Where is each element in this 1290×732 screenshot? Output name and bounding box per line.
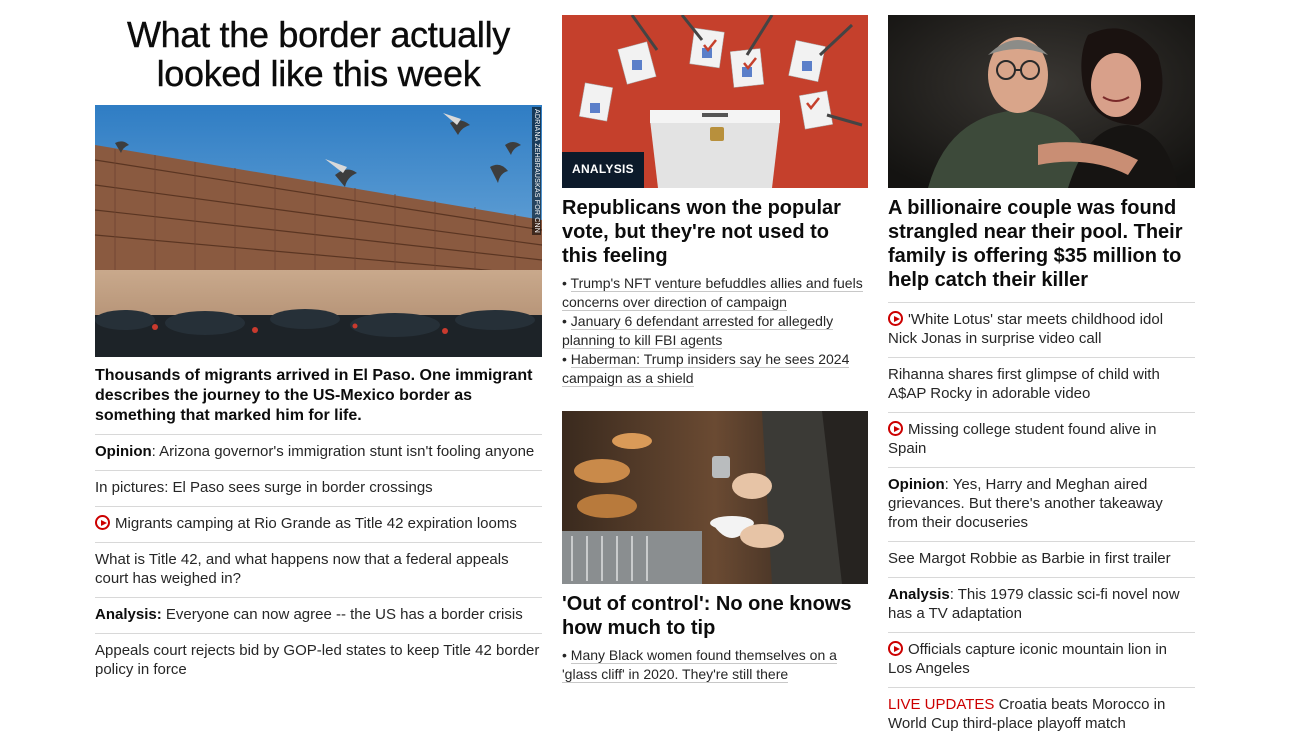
left-column: What the border actually looked like thi… — [95, 0, 542, 688]
item-text: 'White Lotus' star meets childhood idol … — [888, 311, 1164, 347]
list-item[interactable]: See Margot Robbie as Barbie in first tra… — [888, 541, 1195, 577]
left-link-list: Opinion: Arizona governor's immigration … — [95, 434, 542, 688]
related-link[interactable]: • Haberman: Trump insiders say he sees 2… — [562, 350, 868, 388]
item-text: : Arizona governor's immigration stunt i… — [151, 443, 535, 460]
bullet: • — [562, 275, 567, 291]
related-link-text: Trump's NFT venture befuddles allies and… — [562, 275, 863, 311]
bullet: • — [562, 647, 567, 663]
item-text: Everyone can now agree -- the US has a b… — [161, 606, 523, 623]
list-item[interactable]: In pictures: El Paso sees surge in borde… — [95, 470, 542, 506]
related-link-text: Haberman: Trump insiders say he sees 202… — [562, 351, 850, 387]
tipping-headline[interactable]: 'Out of control': No one knows how much … — [562, 592, 868, 640]
related-link-text: Many Black women found themselves on a '… — [562, 647, 837, 683]
related-link-text: January 6 defendant arrested for alleged… — [562, 313, 834, 349]
list-item[interactable]: Missing college student found alive in S… — [888, 412, 1195, 467]
border-photo-image — [95, 105, 542, 357]
item-text: Missing college student found alive in S… — [888, 421, 1157, 457]
middle-column: ANALYSIS Republicans won the popular vot… — [562, 0, 868, 684]
item-text: See Margot Robbie as Barbie in first tra… — [888, 550, 1171, 567]
list-item[interactable]: Analysis: Everyone can now agree -- the … — [95, 597, 542, 633]
related-link[interactable]: • January 6 defendant arrested for alleg… — [562, 312, 868, 350]
item-text: In pictures: El Paso sees surge in borde… — [95, 479, 433, 496]
item-text: Officials capture iconic mountain lion i… — [888, 641, 1168, 677]
item-text: Migrants camping at Rio Grande as Title … — [115, 515, 517, 532]
play-icon — [95, 515, 110, 530]
coffee-photo[interactable] — [562, 411, 868, 584]
republicans-related-links: • Trump's NFT venture befuddles allies a… — [562, 274, 868, 388]
right-link-list: 'White Lotus' star meets childhood idol … — [888, 302, 1195, 732]
right-column: A billionaire couple was found strangled… — [888, 0, 1195, 732]
list-item[interactable]: LIVE UPDATES Croatia beats Morocco in Wo… — [888, 687, 1195, 732]
play-icon — [888, 421, 903, 436]
billionaire-headline[interactable]: A billionaire couple was found strangled… — [888, 196, 1195, 292]
coffee-image — [562, 411, 868, 584]
list-item[interactable]: What is Title 42, and what happens now t… — [95, 542, 542, 597]
couple-image — [888, 15, 1195, 188]
item-prefix: Analysis — [888, 586, 950, 603]
bullet: • — [562, 351, 567, 367]
photo-credit: ADRIANA ZEHBRAUSKAS FOR CNN — [532, 107, 541, 236]
list-item[interactable]: Migrants camping at Rio Grande as Title … — [95, 506, 542, 542]
border-photo[interactable]: ADRIANA ZEHBRAUSKAS FOR CNN — [95, 105, 542, 357]
list-item[interactable]: 'White Lotus' star meets childhood idol … — [888, 302, 1195, 357]
item-text: Rihanna shares first glimpse of child wi… — [888, 366, 1160, 402]
list-item[interactable]: Officials capture iconic mountain lion i… — [888, 632, 1195, 687]
bullet: • — [562, 313, 567, 329]
list-item[interactable]: Rihanna shares first glimpse of child wi… — [888, 357, 1195, 412]
tipping-related-links: • Many Black women found themselves on a… — [562, 646, 868, 684]
list-item[interactable]: Opinion: Yes, Harry and Meghan aired gri… — [888, 467, 1195, 541]
analysis-badge: ANALYSIS — [562, 152, 644, 188]
play-icon — [888, 641, 903, 656]
list-item[interactable]: Appeals court rejects bid by GOP-led sta… — [95, 633, 542, 688]
item-text: What is Title 42, and what happens now t… — [95, 551, 509, 587]
item-prefix: Opinion — [888, 476, 945, 493]
item-text: Appeals court rejects bid by GOP-led sta… — [95, 642, 540, 678]
live-updates-label: LIVE UPDATES — [888, 696, 995, 713]
list-item[interactable]: Analysis: This 1979 classic sci-fi novel… — [888, 577, 1195, 632]
border-caption[interactable]: Thousands of migrants arrived in El Paso… — [95, 366, 542, 434]
item-prefix: Opinion — [95, 443, 152, 460]
item-prefix: Analysis: — [95, 606, 162, 623]
couple-photo[interactable] — [888, 15, 1195, 188]
play-icon — [888, 311, 903, 326]
related-link[interactable]: • Many Black women found themselves on a… — [562, 646, 868, 684]
ballot-illustration[interactable]: ANALYSIS — [562, 15, 868, 188]
list-item[interactable]: Opinion: Arizona governor's immigration … — [95, 434, 542, 470]
related-link[interactable]: • Trump's NFT venture befuddles allies a… — [562, 274, 868, 312]
republicans-headline[interactable]: Republicans won the popular vote, but th… — [562, 196, 868, 268]
border-headline[interactable]: What the border actually looked like thi… — [95, 15, 542, 93]
